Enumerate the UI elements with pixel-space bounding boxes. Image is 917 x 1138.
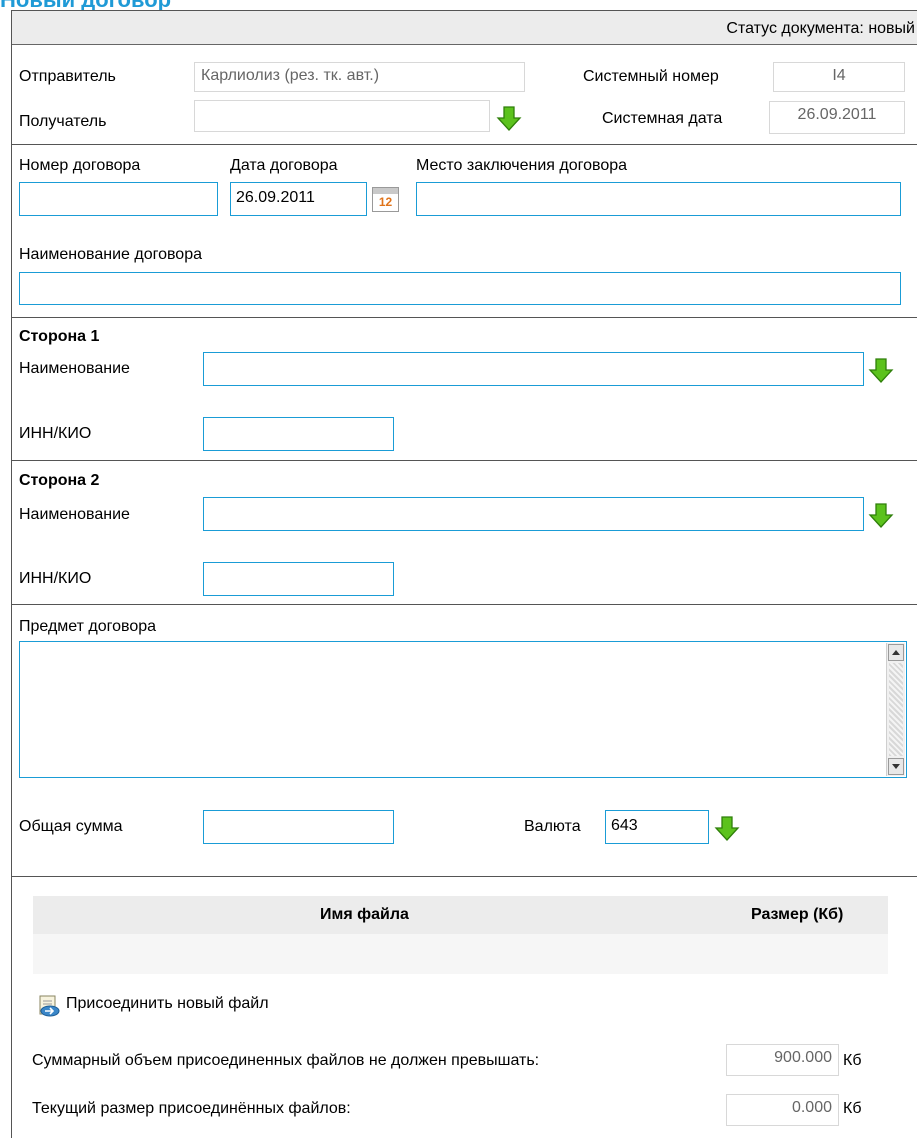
party2-inn-label: ИНН/КИО — [19, 570, 92, 587]
system-date-field: 26.09.2011 — [769, 101, 905, 134]
party1-lookup-icon[interactable] — [868, 358, 894, 384]
contract-date-label: Дата договора — [230, 157, 338, 174]
total-amount-input[interactable] — [203, 810, 394, 844]
scroll-up-icon — [892, 650, 900, 655]
max-size-unit: Кб — [843, 1052, 862, 1069]
scroll-track[interactable] — [889, 663, 903, 756]
party2-name-label: Наименование — [19, 506, 130, 523]
max-size-label: Суммарный объем присоединенных файлов не… — [32, 1052, 540, 1069]
currency-lookup-icon[interactable] — [714, 816, 740, 842]
current-size-unit: Кб — [843, 1100, 862, 1117]
recipient-label: Получатель — [19, 113, 107, 130]
party1-name-input[interactable] — [203, 352, 864, 386]
current-size-field: 0.000 — [726, 1094, 839, 1126]
recipient-field[interactable] — [194, 100, 490, 132]
contract-place-label: Место заключения договора — [416, 157, 628, 174]
contract-name-input[interactable] — [19, 272, 901, 305]
party2-lookup-icon[interactable] — [868, 503, 894, 529]
contract-place-input[interactable] — [416, 182, 901, 216]
party1-inn-label: ИНН/КИО — [19, 425, 92, 442]
calendar-icon[interactable]: 12 — [372, 187, 399, 212]
system-date-label: Системная дата — [602, 110, 723, 127]
party1-name-label: Наименование — [19, 360, 130, 377]
contract-date-input[interactable]: 26.09.2011 — [230, 182, 367, 216]
max-size-field: 900.000 — [726, 1044, 839, 1076]
contract-name-label: Наименование договора — [19, 246, 202, 263]
divider — [12, 876, 917, 877]
attach-file-link[interactable]: Присоединить новый файл — [66, 995, 269, 1013]
party2-heading: Сторона 2 — [19, 472, 100, 489]
calendar-day: 12 — [378, 195, 393, 209]
currency-input[interactable]: 643 — [605, 810, 709, 844]
divider — [12, 460, 917, 461]
party1-heading: Сторона 1 — [19, 328, 100, 345]
subject-textarea[interactable] — [19, 641, 907, 778]
file-name-column-header: Имя файла — [320, 906, 409, 923]
currency-label: Валюта — [524, 818, 581, 835]
files-table-row — [33, 934, 888, 974]
system-number-field: I4 — [773, 62, 905, 92]
subject-scrollbar[interactable] — [886, 643, 905, 776]
contract-number-label: Номер договора — [19, 157, 141, 174]
recipient-lookup-icon[interactable] — [496, 106, 522, 132]
party2-inn-input[interactable] — [203, 562, 394, 596]
document-status: Статус документа: новый — [726, 20, 915, 37]
scroll-up-button[interactable] — [888, 644, 904, 661]
total-amount-label: Общая сумма — [19, 818, 123, 835]
attach-file-icon[interactable] — [37, 995, 61, 1017]
subject-label: Предмет договора — [19, 618, 157, 635]
subject-text — [20, 642, 906, 650]
contract-number-input[interactable] — [19, 182, 218, 216]
divider — [12, 317, 917, 318]
system-number-label: Системный номер — [583, 68, 719, 85]
sender-field: Карлиолиз (рез. тк. авт.) — [194, 62, 525, 92]
party1-inn-input[interactable] — [203, 417, 394, 451]
sender-label: Отправитель — [19, 68, 116, 85]
party2-name-input[interactable] — [203, 497, 864, 531]
scroll-down-button[interactable] — [888, 758, 904, 775]
divider — [12, 144, 917, 145]
scroll-down-icon — [892, 764, 900, 769]
current-size-label: Текущий размер присоединённых файлов: — [32, 1100, 351, 1117]
file-size-column-header: Размер (Кб) — [751, 906, 844, 923]
divider — [12, 604, 917, 605]
